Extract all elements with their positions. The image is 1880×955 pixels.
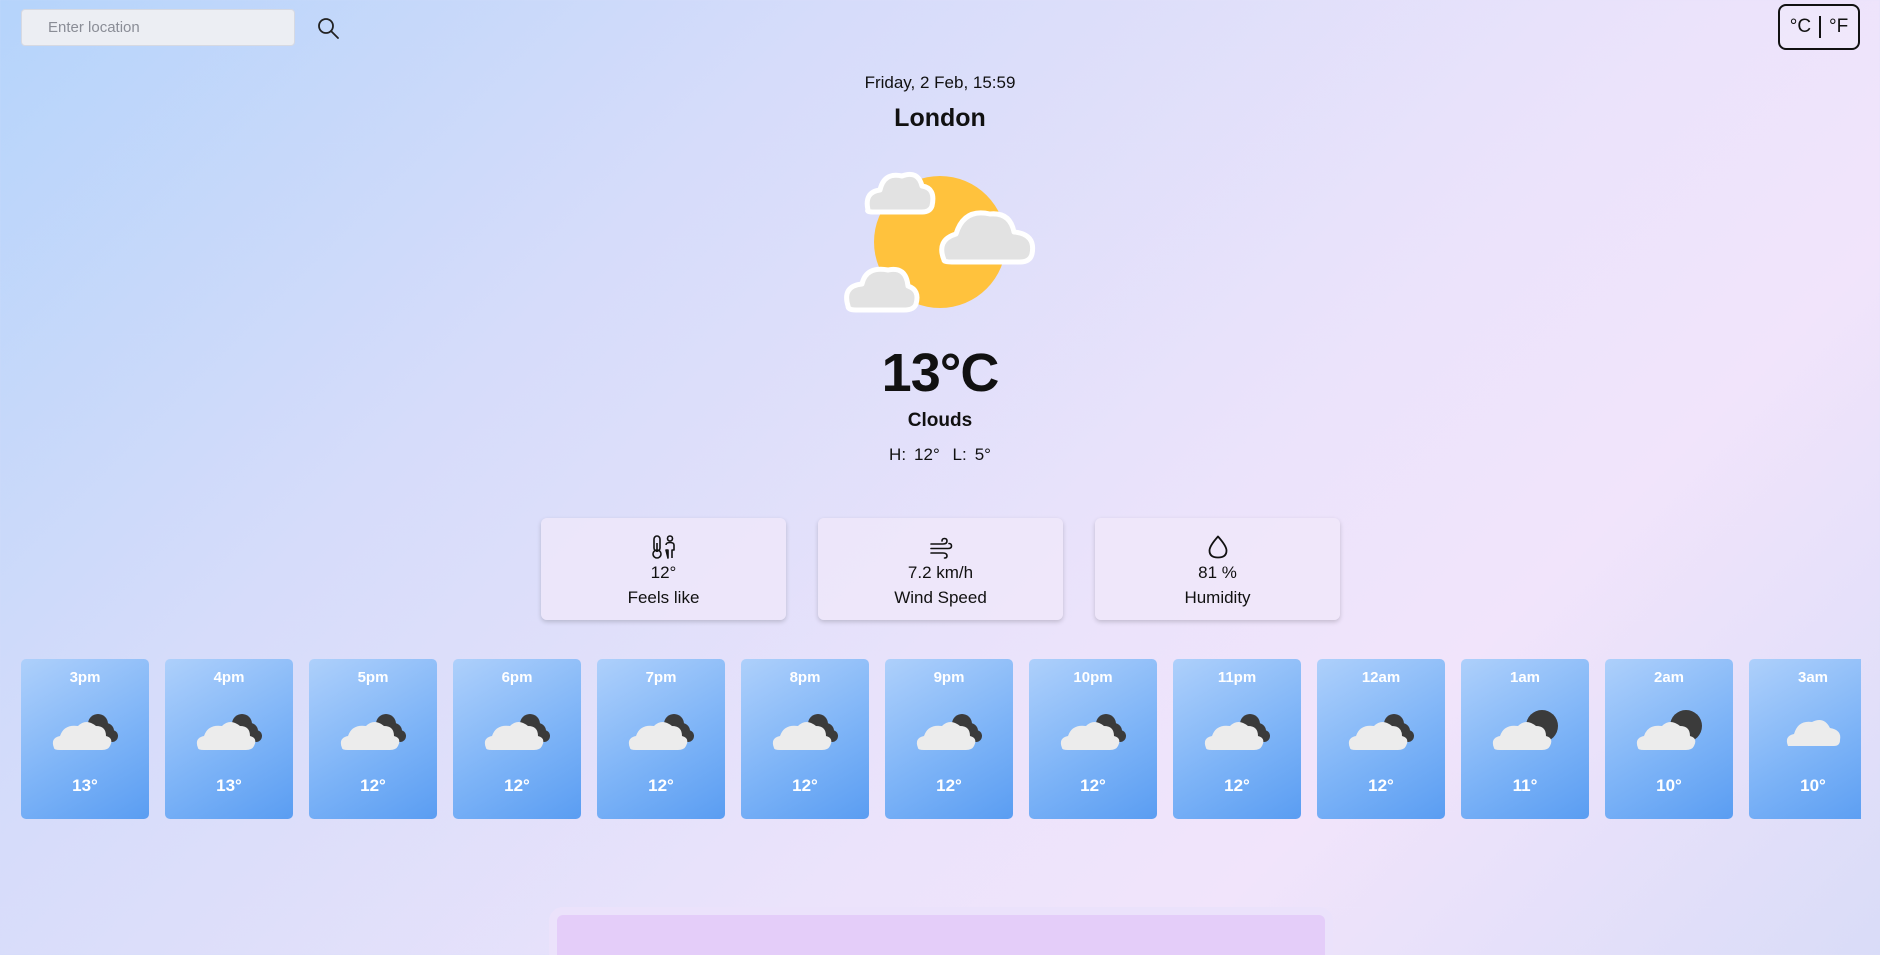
hourly-time: 3pm bbox=[69, 669, 101, 686]
wind-speed-card: 7.2 km/h Wind Speed bbox=[818, 518, 1063, 620]
search-button[interactable] bbox=[315, 15, 341, 41]
hourly-time: 9pm bbox=[933, 669, 965, 686]
high-low: H: 12° L: 5° bbox=[0, 445, 1880, 465]
hourly-card[interactable]: 1am 11° bbox=[1461, 659, 1589, 819]
hourly-time: 1am bbox=[1509, 669, 1541, 686]
broken-clouds-day-icon bbox=[484, 714, 550, 750]
current-temperature: 13°C bbox=[881, 343, 1000, 403]
thermometer-person-icon bbox=[651, 534, 675, 559]
weather-stats: 12° Feels like 7.2 km/h Wind Speed 81 % … bbox=[541, 518, 1340, 620]
hourly-card[interactable]: 3am 10° bbox=[1749, 659, 1861, 819]
hourly-time: 12am bbox=[1361, 669, 1401, 686]
weather-condition: Clouds bbox=[907, 410, 973, 431]
broken-clouds-day-icon bbox=[340, 714, 406, 750]
wind-speed-value: 7.2 km/h bbox=[907, 562, 974, 582]
humidity-card: 81 % Humidity bbox=[1095, 518, 1340, 620]
hourly-temp: 13° bbox=[216, 776, 242, 795]
hourly-time: 2am bbox=[1653, 669, 1685, 686]
hourly-temp: 11° bbox=[1512, 776, 1538, 795]
feels-like-card: 12° Feels like bbox=[541, 518, 786, 620]
unit-toggle: °C °F bbox=[1778, 4, 1860, 50]
hourly-temp: 12° bbox=[1080, 776, 1106, 795]
low-temp: 5° bbox=[974, 445, 991, 464]
hourly-time: 10pm bbox=[1073, 669, 1113, 686]
feels-like-value: 12° bbox=[650, 562, 677, 582]
search-icon bbox=[318, 17, 339, 39]
city-name: London bbox=[894, 104, 986, 132]
hourly-card[interactable]: 9pm 12° bbox=[885, 659, 1013, 819]
hourly-card[interactable]: 6pm 12° bbox=[453, 659, 581, 819]
broken-clouds-day-icon bbox=[1348, 714, 1414, 750]
hourly-card[interactable]: 5pm 12° bbox=[309, 659, 437, 819]
high-label: H: bbox=[889, 445, 907, 464]
celsius-toggle[interactable]: °C bbox=[1782, 16, 1819, 38]
broken-clouds-day-icon bbox=[52, 714, 118, 750]
hourly-time: 8pm bbox=[789, 669, 821, 686]
wind-icon bbox=[929, 537, 952, 559]
hourly-card[interactable]: 10pm 12° bbox=[1029, 659, 1157, 819]
cloud-moon-icon bbox=[1636, 710, 1702, 750]
hourly-time: 11pm bbox=[1217, 669, 1257, 686]
hourly-card[interactable]: 4pm 13° bbox=[165, 659, 293, 819]
cloud-moon-icon bbox=[1492, 710, 1558, 750]
hourly-time: 6pm bbox=[501, 669, 533, 686]
hourly-card[interactable]: 11pm 12° bbox=[1173, 659, 1301, 819]
hourly-forecast[interactable]: 3pm 13° 4pm 13° 5pm 12° 6pm 12° 7pm 12° 8pm 12° 9pm 1… bbox=[21, 659, 1861, 819]
hourly-card[interactable]: 3pm 13° bbox=[21, 659, 149, 819]
hourly-temp: 10° bbox=[1656, 776, 1682, 795]
hourly-temp: 12° bbox=[360, 776, 386, 795]
hourly-card[interactable]: 2am 10° bbox=[1605, 659, 1733, 819]
broken-clouds-day-icon bbox=[1060, 714, 1126, 750]
hourly-temp: 10° bbox=[1800, 776, 1826, 795]
hourly-card[interactable]: 12am 12° bbox=[1317, 659, 1445, 819]
hourly-temp: 12° bbox=[936, 776, 962, 795]
hourly-time: 4pm bbox=[213, 669, 245, 686]
search-bar bbox=[21, 9, 341, 46]
hourly-temp: 12° bbox=[1224, 776, 1250, 795]
low-label: L: bbox=[952, 445, 967, 464]
cloud-icon bbox=[1786, 720, 1841, 746]
broken-clouds-day-icon bbox=[196, 714, 262, 750]
hourly-temp: 13° bbox=[72, 776, 98, 795]
hourly-temp: 12° bbox=[792, 776, 818, 795]
broken-clouds-day-icon bbox=[772, 714, 838, 750]
hourly-card[interactable]: 8pm 12° bbox=[741, 659, 869, 819]
hourly-temp: 12° bbox=[504, 776, 530, 795]
broken-clouds-day-icon bbox=[628, 714, 694, 750]
forecast-panel bbox=[549, 907, 1333, 955]
broken-clouds-day-icon bbox=[1204, 714, 1270, 750]
hourly-time: 3am bbox=[1797, 669, 1829, 686]
hourly-temp: 12° bbox=[1368, 776, 1394, 795]
droplet-icon bbox=[1208, 535, 1227, 558]
feels-like-label: Feels like bbox=[627, 587, 700, 607]
hourly-card[interactable]: 7pm 12° bbox=[597, 659, 725, 819]
humidity-label: Humidity bbox=[1184, 587, 1251, 607]
hourly-temp: 12° bbox=[648, 776, 674, 795]
humidity-value: 81 % bbox=[1198, 562, 1237, 582]
high-temp: 12° bbox=[914, 445, 940, 464]
hourly-time: 5pm bbox=[357, 669, 389, 686]
hourly-time: 7pm bbox=[645, 669, 677, 686]
current-datetime: Friday, 2 Feb, 15:59 bbox=[864, 73, 1016, 92]
wind-speed-label: Wind Speed bbox=[894, 587, 987, 607]
search-input[interactable] bbox=[21, 9, 295, 46]
broken-clouds-day-icon bbox=[916, 714, 982, 750]
sun-behind-clouds-icon bbox=[844, 171, 1036, 313]
fahrenheit-toggle[interactable]: °F bbox=[1821, 16, 1856, 38]
